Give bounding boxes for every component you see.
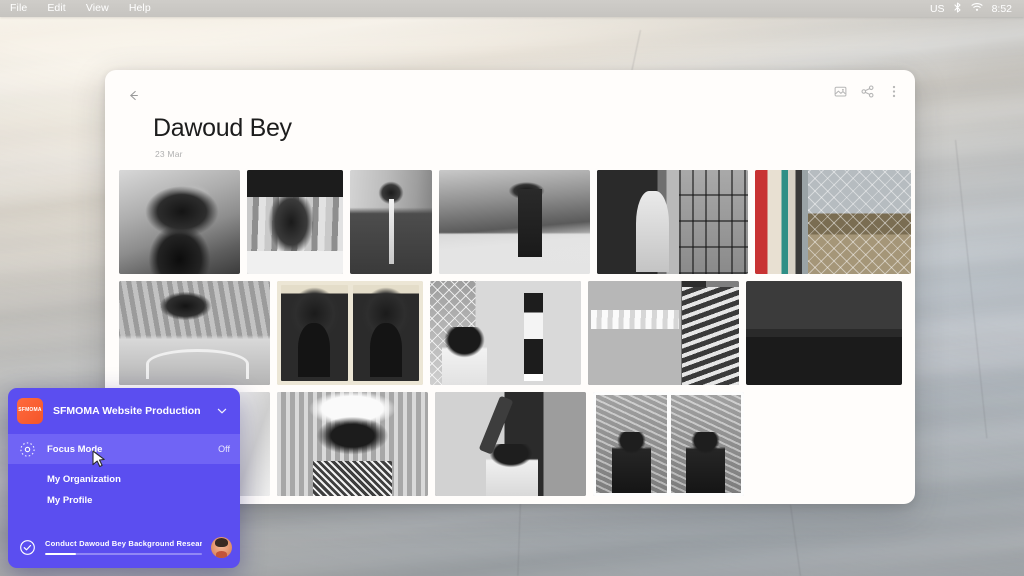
organization-name: SFMOMA Website Production (53, 405, 201, 417)
diptych-panel-left (281, 285, 348, 381)
workspace-header[interactable]: SFMOMA SFMOMA Website Production (8, 388, 240, 434)
keyboard-layout-indicator[interactable]: US (930, 3, 945, 15)
photo-image (439, 170, 590, 274)
photo-image (746, 281, 902, 385)
share-icon[interactable] (860, 84, 874, 98)
photo-image (277, 392, 428, 496)
photo-thumbnail[interactable] (439, 170, 590, 274)
diptych-panel-right (352, 285, 419, 381)
menu-item-view[interactable]: View (76, 0, 119, 17)
photo-image (277, 281, 423, 385)
avatar[interactable] (211, 536, 232, 558)
photo-grid-row (119, 281, 902, 385)
sfmoma-logo: SFMOMA (17, 398, 43, 424)
photo-image (593, 392, 744, 496)
photo-image (350, 170, 432, 274)
menu-item-file[interactable]: File (0, 0, 37, 17)
add-photo-icon[interactable] (833, 84, 847, 98)
photo-thumbnail[interactable] (435, 392, 586, 496)
wifi-icon[interactable] (971, 2, 983, 15)
menu-item-help[interactable]: Help (119, 0, 161, 17)
diptych-panel-left (596, 395, 667, 493)
photo-thumbnail[interactable] (277, 281, 423, 385)
gallery-action-bar (833, 84, 901, 98)
page-title: Dawoud Bey (153, 114, 292, 142)
gallery-header: Dawoud Bey 23 Mar (105, 70, 915, 170)
photo-image (430, 281, 581, 385)
photo-thumbnail[interactable] (119, 281, 270, 385)
task-progress-fill (45, 553, 77, 555)
photo-grid-row: OLICE LINE (119, 170, 911, 274)
task-title: Conduct Dawoud Bey Background Research (45, 539, 202, 548)
photo-image (435, 392, 586, 496)
photo-image (755, 170, 911, 274)
link-my-profile[interactable]: My Profile (47, 495, 240, 506)
focus-mode-label: Focus Mode (47, 443, 103, 455)
photo-image (588, 281, 739, 385)
photo-thumbnail[interactable] (755, 170, 911, 274)
photo-thumbnail[interactable] (588, 281, 739, 385)
photo-thumbnail[interactable] (746, 281, 902, 385)
photo-image (119, 281, 270, 385)
focus-target-icon (17, 439, 37, 459)
photo-caption-text: OLICE LINE (256, 257, 334, 269)
photo-thumbnail[interactable] (350, 170, 432, 274)
photo-thumbnail[interactable] (593, 392, 744, 496)
photo-thumbnail[interactable]: OLICE LINE (247, 170, 343, 274)
system-menu-bar: File Edit View Help US 8:52 (0, 0, 1024, 17)
workspace-links: My Organization My Profile (8, 464, 240, 524)
photo-thumbnail[interactable] (597, 170, 748, 274)
workspace-panel: SFMOMA SFMOMA Website Production Focus M… (8, 388, 240, 568)
menu-item-edit[interactable]: Edit (37, 0, 76, 17)
photo-image: OLICE LINE (247, 170, 343, 274)
active-task-row[interactable]: Conduct Dawoud Bey Background Research (8, 526, 240, 568)
page-date: 23 Mar (155, 149, 183, 159)
menu-bar-status-area: US 8:52 (930, 1, 1024, 16)
check-circle-icon[interactable] (19, 539, 36, 556)
photo-image (119, 170, 240, 274)
photo-thumbnail[interactable] (119, 170, 240, 274)
more-options-icon[interactable] (887, 84, 901, 98)
focus-mode-row[interactable]: Focus Mode Off (8, 434, 240, 464)
back-arrow-icon[interactable] (122, 84, 144, 106)
link-my-organization[interactable]: My Organization (47, 474, 240, 485)
clock[interactable]: 8:52 (992, 3, 1012, 15)
bluetooth-icon[interactable] (954, 1, 962, 16)
photo-thumbnail[interactable] (277, 392, 428, 496)
photo-image (597, 170, 748, 274)
focus-mode-state[interactable]: Off (218, 444, 230, 454)
chevron-down-icon[interactable] (214, 403, 230, 419)
photo-thumbnail[interactable] (430, 281, 581, 385)
task-progress-bar (45, 553, 202, 555)
diptych-panel-right (670, 395, 741, 493)
task-details: Conduct Dawoud Bey Background Research (45, 539, 202, 555)
